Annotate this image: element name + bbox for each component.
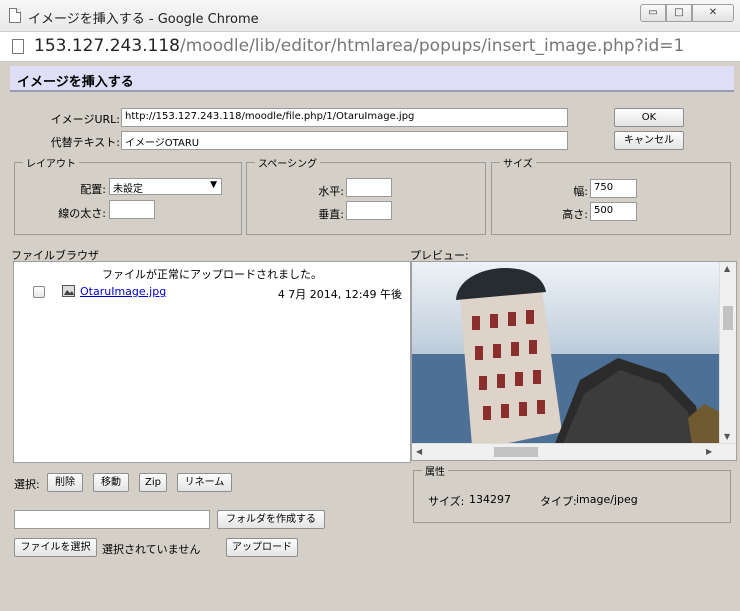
align-select[interactable]: 未設定 ▼: [109, 178, 222, 195]
layout-group: レイアウト: [14, 155, 242, 235]
image-url-input[interactable]: http://153.127.243.118/moodle/file.php/1…: [121, 108, 568, 127]
url-label: イメージURL:: [50, 113, 120, 126]
hspace-input[interactable]: [346, 178, 392, 197]
width-label: 幅:: [573, 185, 588, 198]
scroll-up-icon[interactable]: ▲: [724, 264, 730, 273]
border-label: 線の太さ:: [58, 207, 106, 220]
image-file-icon: [62, 285, 75, 297]
upload-status-message: ファイルが正常にアップロードされました。: [102, 268, 322, 281]
spacing-group: スペーシング: [246, 155, 486, 235]
address-path: /moodle/lib/editor/htmlarea/popups/inser…: [180, 36, 685, 56]
dialog-title: イメージを挿入する: [17, 75, 134, 90]
file-date: 4 7月 2014, 12:49 午後: [277, 288, 402, 301]
width-input[interactable]: 750: [590, 179, 637, 198]
page-icon: [12, 39, 24, 54]
layout-legend: レイアウト: [23, 155, 79, 170]
file-browser: ファイルが正常にアップロードされました。 OtaruImage.jpg 4 7月…: [13, 261, 411, 463]
hspace-label: 水平:: [318, 185, 344, 198]
scroll-down-icon[interactable]: ▼: [724, 432, 730, 441]
window-title: イメージを挿入する - Google Chrome: [28, 12, 259, 27]
address-url[interactable]: 153.127.243.118/moodle/lib/editor/htmlar…: [34, 36, 684, 56]
rename-button[interactable]: リネーム: [177, 473, 232, 492]
upload-button[interactable]: アップロード: [226, 538, 298, 557]
border-input[interactable]: [109, 200, 155, 219]
address-host: 153.127.243.118: [34, 36, 181, 56]
preview-horizontal-scrollbar[interactable]: ◀ ▶: [412, 443, 736, 460]
alt-label: 代替テキスト:: [50, 136, 120, 149]
delete-button[interactable]: 削除: [47, 473, 83, 492]
page-icon: [9, 8, 21, 23]
move-button[interactable]: 移動: [93, 473, 129, 492]
address-bar[interactable]: 153.127.243.118/moodle/lib/editor/htmlar…: [0, 32, 740, 62]
selection-label: 選択:: [14, 478, 40, 491]
size-group: サイズ: [491, 155, 731, 235]
attr-type-value: image/jpeg: [576, 493, 638, 506]
height-input[interactable]: 500: [590, 202, 637, 221]
scroll-right-icon[interactable]: ▶: [706, 447, 712, 456]
preview-horizontal-thumb[interactable]: [494, 447, 538, 457]
chevron-down-icon: ▼: [210, 180, 217, 190]
no-file-selected-label: 選択されていません: [102, 543, 201, 556]
minimize-button[interactable]: ▭: [640, 4, 666, 22]
maximize-button[interactable]: □: [666, 4, 692, 22]
create-folder-button[interactable]: フォルダを作成する: [217, 510, 325, 529]
preview-image: [412, 262, 720, 446]
attr-size-label: サイズ:: [428, 495, 465, 508]
align-value: 未設定: [113, 184, 143, 195]
ok-button[interactable]: OK: [614, 108, 684, 127]
file-link[interactable]: OtaruImage.jpg: [80, 285, 166, 298]
zip-button[interactable]: Zip: [139, 473, 167, 492]
size-legend: サイズ: [500, 155, 536, 170]
alt-text-input[interactable]: イメージOTARU: [121, 131, 568, 150]
vspace-input[interactable]: [346, 201, 392, 220]
dialog-header: イメージを挿入する: [10, 66, 734, 92]
close-button[interactable]: ✕: [692, 4, 734, 22]
cancel-button[interactable]: キャンセル: [614, 131, 684, 150]
preview-vertical-thumb[interactable]: [723, 306, 733, 330]
preview-vertical-scrollbar[interactable]: ▲ ▼: [719, 262, 736, 446]
file-checkbox[interactable]: [33, 286, 45, 298]
scroll-left-icon[interactable]: ◀: [416, 447, 422, 456]
spacing-legend: スペーシング: [255, 155, 321, 170]
attr-type-label: タイプ:: [540, 495, 577, 508]
attr-size-value: 134297: [469, 493, 511, 506]
folder-name-input[interactable]: [14, 510, 210, 529]
height-label: 高さ:: [562, 208, 588, 221]
align-label: 配置:: [80, 183, 106, 196]
title-bar: イメージを挿入する - Google Chrome ▭ □ ✕: [0, 0, 740, 32]
vspace-label: 垂直:: [318, 208, 344, 221]
image-preview: ▲ ▼ ◀ ▶: [411, 261, 737, 461]
attributes-legend: 属性: [422, 463, 448, 478]
choose-file-button[interactable]: ファイルを選択: [14, 538, 97, 557]
